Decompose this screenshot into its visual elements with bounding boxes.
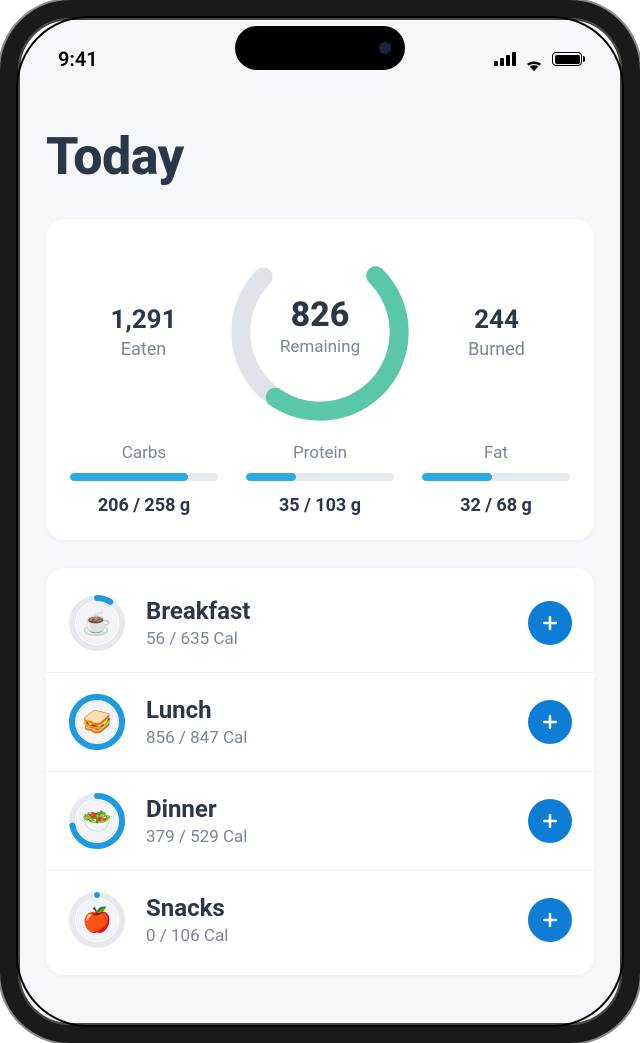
macro-bar [70, 473, 218, 481]
meal-progress-icon: ☕ [68, 594, 126, 652]
meal-cals: 379 / 529 Cal [146, 827, 528, 847]
meal-row[interactable]: 🥗 Dinner 379 / 529 Cal [46, 772, 594, 871]
meal-cals: 56 / 635 Cal [146, 629, 528, 649]
macro-bar [422, 473, 570, 481]
side-button [0, 280, 2, 358]
add-meal-button[interactable] [528, 601, 572, 645]
eaten-label: Eaten [70, 339, 217, 360]
macros-row: Carbs 206 / 258 g Protein 35 / 103 g Fat 32 /… [70, 443, 570, 516]
add-meal-button[interactable] [528, 799, 572, 843]
burned-label: Burned [423, 339, 570, 360]
burned-stat: 244 Burned [423, 305, 570, 360]
meal-name: Snacks [146, 894, 528, 922]
page-title: Today [46, 126, 594, 187]
phone-frame: 9:41 Today 1,291 Eaten [0, 0, 640, 1043]
macro-item: Protein 35 / 103 g [246, 443, 394, 516]
remaining-label: Remaining [225, 337, 415, 357]
status-indicators [494, 52, 582, 66]
meal-food-icon: ☕ [76, 602, 118, 644]
meal-food-icon: 🍎 [76, 899, 118, 941]
meal-food-icon: 🥗 [76, 800, 118, 842]
meal-progress-icon: 🥗 [68, 792, 126, 850]
macro-item: Fat 32 / 68 g [422, 443, 570, 516]
side-button [0, 378, 2, 456]
meal-name: Breakfast [146, 597, 528, 625]
meal-row[interactable]: ☕ Breakfast 56 / 635 Cal [46, 574, 594, 673]
meal-food-icon: 🥪 [76, 701, 118, 743]
screen: 9:41 Today 1,291 Eaten [18, 18, 622, 1025]
macro-bar [246, 473, 394, 481]
meal-progress-icon: 🥪 [68, 693, 126, 751]
cellular-signal-icon [494, 52, 516, 66]
remaining-ring: 826 Remaining [225, 247, 415, 417]
meal-name: Lunch [146, 696, 528, 724]
burned-value: 244 [423, 305, 570, 335]
eaten-value: 1,291 [70, 305, 217, 335]
remaining-value: 826 [225, 295, 415, 335]
meals-card: ☕ Breakfast 56 / 635 Cal 🥪 Lunch 856 / 847 Ca… [46, 568, 594, 975]
meal-row[interactable]: 🥪 Lunch 856 / 847 Cal [46, 673, 594, 772]
phone-notch [235, 26, 405, 70]
macro-value: 206 / 258 g [70, 495, 218, 516]
status-time: 9:41 [58, 47, 98, 71]
wifi-icon [524, 52, 544, 66]
macro-name: Carbs [70, 443, 218, 463]
meal-row[interactable]: 🍎 Snacks 0 / 106 Cal [46, 871, 594, 969]
side-button [0, 190, 2, 230]
meal-cals: 0 / 106 Cal [146, 926, 528, 946]
macro-item: Carbs 206 / 258 g [70, 443, 218, 516]
meal-cals: 856 / 847 Cal [146, 728, 528, 748]
macro-value: 32 / 68 g [422, 495, 570, 516]
meal-progress-icon: 🍎 [68, 891, 126, 949]
summary-card: 1,291 Eaten 826 Remaining [46, 219, 594, 540]
macro-name: Protein [246, 443, 394, 463]
macro-value: 35 / 103 g [246, 495, 394, 516]
meal-name: Dinner [146, 795, 528, 823]
add-meal-button[interactable] [528, 898, 572, 942]
battery-icon [552, 52, 582, 66]
add-meal-button[interactable] [528, 700, 572, 744]
macro-name: Fat [422, 443, 570, 463]
eaten-stat: 1,291 Eaten [70, 305, 217, 360]
